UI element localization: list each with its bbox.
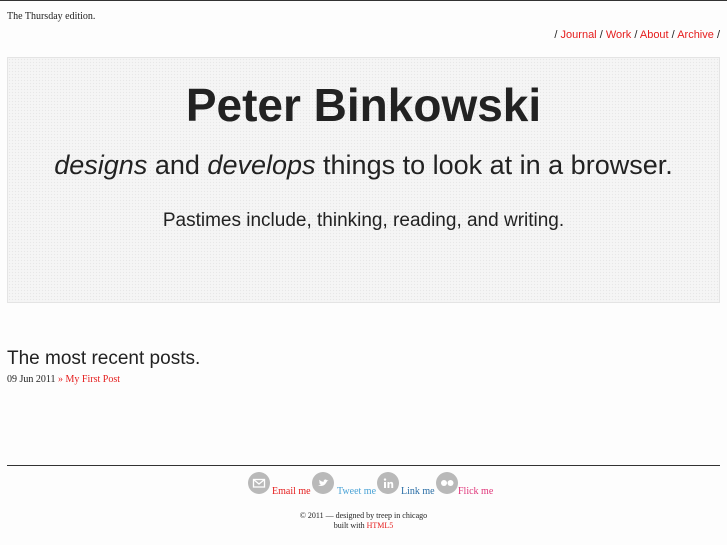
top-rule	[0, 0, 727, 1]
hero-banner: Peter Binkowski designs and develops thi…	[7, 57, 720, 303]
nav-separator: /	[716, 29, 720, 41]
recent-posts-heading: The most recent posts.	[7, 348, 201, 369]
social-links: Email me Tweet me Link me Flick me	[0, 472, 727, 498]
nav-separator: /	[634, 29, 638, 41]
tagline-designs: designs	[54, 150, 148, 180]
nav-archive[interactable]: Archive	[677, 29, 714, 41]
pastimes-text: Pastimes include, thinking, reading, and…	[162, 210, 565, 231]
post-link[interactable]: My First Post	[66, 374, 120, 385]
tagline-develops: develops	[207, 150, 316, 180]
html5-link[interactable]: HTML5	[367, 521, 394, 530]
tweet-me-label: Tweet me	[337, 486, 377, 497]
tagline: designs and develops things to look at i…	[8, 150, 719, 181]
tagline-rest: things to look at in a browser.	[323, 150, 673, 180]
site-title: Peter Binkowski	[185, 79, 542, 131]
flick-me-label: Flick me	[458, 486, 494, 497]
flickr-icon	[436, 472, 458, 494]
nav-separator: /	[671, 29, 675, 41]
link-me-label: Link me	[401, 486, 435, 497]
footer-rule	[7, 465, 720, 466]
tagline-and: and	[154, 150, 200, 180]
list-item: 09 Jun 2011 » My First Post	[7, 374, 120, 385]
built-with-text: built with	[333, 521, 365, 530]
footer-built-with: built with HTML5	[0, 521, 727, 530]
main-nav: / Journal / Work / About / Archive /	[554, 29, 720, 41]
edition-text: The Thursday edition.	[7, 11, 96, 22]
nav-separator: /	[554, 29, 558, 41]
mail-icon	[248, 472, 270, 494]
post-date: 09 Jun 2011	[7, 374, 56, 385]
nav-separator: /	[599, 29, 603, 41]
nav-about[interactable]: About	[640, 29, 669, 41]
nav-journal[interactable]: Journal	[561, 29, 597, 41]
footer-credit: © 2011 — designed by treep in chicago	[299, 511, 428, 520]
email-me-label: Email me	[272, 486, 311, 497]
linkedin-icon	[377, 472, 399, 494]
post-separator: »	[58, 374, 64, 385]
twitter-bird-icon	[312, 472, 334, 494]
nav-work[interactable]: Work	[606, 29, 631, 41]
